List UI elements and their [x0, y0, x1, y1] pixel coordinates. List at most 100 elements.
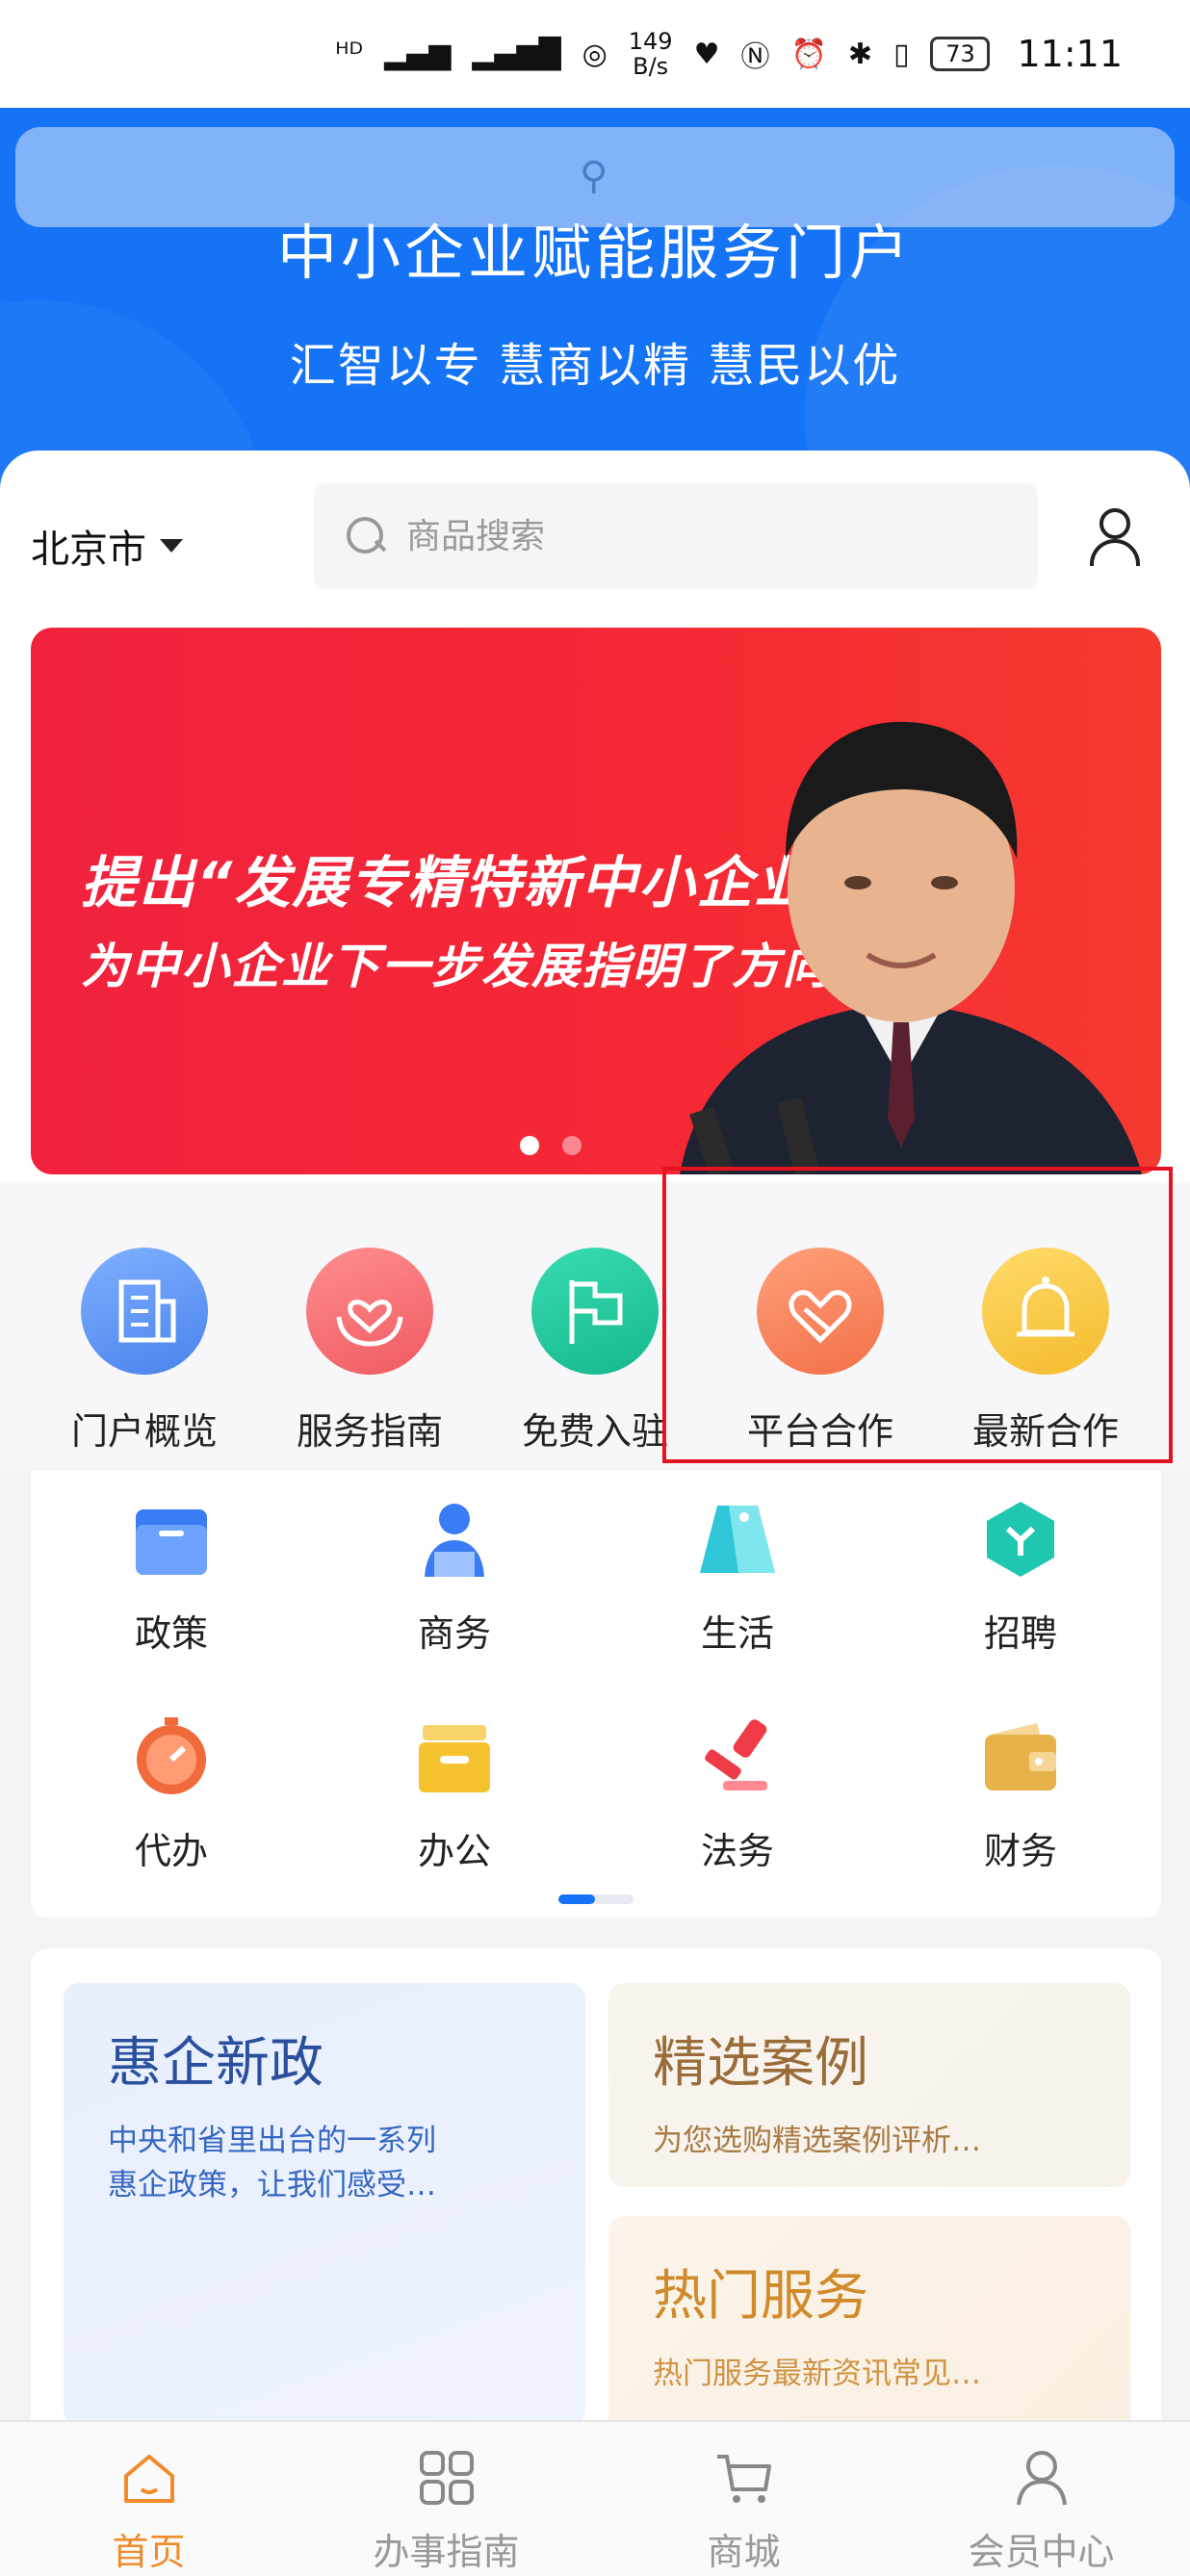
flag-glyph: [569, 1280, 623, 1344]
home-icon: [118, 2447, 180, 2509]
search-icon: ⚲: [580, 154, 608, 198]
banner-dot-active[interactable]: [520, 1136, 539, 1155]
category-policy[interactable]: 政策: [75, 1496, 268, 1657]
member-icon: [1011, 2447, 1073, 2509]
banner-portrait-image: [680, 721, 1142, 1174]
category-agency[interactable]: 代办: [75, 1713, 268, 1874]
tab-label: 办事指南: [373, 2531, 520, 2573]
battery-indicator: 73: [930, 37, 991, 71]
bluetooth-icon: ✱: [847, 37, 872, 71]
feature-card-cases[interactable]: 精选案例 为您选购精选案例评析…: [608, 1983, 1130, 2187]
user-profile-button[interactable]: [1088, 508, 1142, 566]
tab-guide[interactable]: 办事指南: [298, 2422, 595, 2576]
member-glyph: [1016, 2451, 1067, 2506]
portal-header: ⚲ 中小企业赋能服务门户 汇智以专 慧商以精 慧民以优: [0, 108, 1190, 493]
hexagon-glyph: [987, 1502, 1054, 1577]
grid-icon: [416, 2447, 478, 2509]
category-legal[interactable]: 法务: [641, 1713, 834, 1874]
category-label: 办公: [417, 1830, 491, 1872]
tab-label: 首页: [112, 2531, 186, 2573]
heart-hands-icon: [306, 1248, 433, 1375]
tag-icon: [694, 1496, 781, 1583]
network-speed: 149 B/s: [629, 29, 673, 79]
stamp-icon: [694, 1713, 781, 1800]
feature-section: 惠企新政 中央和省里出台的一系列 惠企政策，让我们感受… 精选案例 为您选购精选…: [31, 1948, 1161, 2449]
category-recruit[interactable]: 招聘: [924, 1496, 1117, 1657]
main-panel: 北京市 提出“发展专精特新中小企业”， 为中小企业下一步发展指明了方向: [0, 451, 1190, 1182]
signal-5g-icon: ▂▄▆: [384, 37, 452, 71]
feature-card-hot-services[interactable]: 热门服务 热门服务最新资讯常见…: [608, 2216, 1130, 2437]
archive-icon: [411, 1713, 498, 1800]
city-selector[interactable]: 北京市: [31, 518, 183, 574]
banner-pagination: [520, 1136, 582, 1155]
category-grid: 政策 商务 生活 招聘 代办 办公 法务 财务: [31, 1471, 1161, 1918]
portal-title: 中小企业赋能服务门户: [276, 218, 913, 288]
feature-desc: 惠企政策，让我们感受…: [108, 2168, 436, 2202]
feature-title: 热门服务: [653, 2265, 868, 2328]
feature-desc: 热门服务最新资讯常见…: [653, 2357, 981, 2391]
flag-icon: [531, 1248, 659, 1375]
timer-glyph: [137, 1717, 206, 1794]
alarm-icon: ⏰: [790, 37, 827, 71]
bottom-tab-bar: 首页 办事指南 商城 会员中心: [0, 2420, 1190, 2576]
category-finance[interactable]: 财务: [924, 1713, 1117, 1874]
banner-dot[interactable]: [562, 1136, 582, 1155]
archive-glyph: [419, 1725, 490, 1792]
tab-label: 会员中心: [968, 2531, 1115, 2573]
category-label: 财务: [983, 1830, 1057, 1872]
promo-banner[interactable]: 提出“发展专精特新中小企业”， 为中小企业下一步发展指明了方向: [31, 628, 1161, 1174]
quick-entry-portal-overview[interactable]: 门户概览: [48, 1248, 241, 1455]
app-screen: ᴴᴰ ▂▄▆ ▂▄▆█ ◎ 149 B/s ♥ Ⓝ ⏰ ✱ ▯ 73 11:11…: [0, 0, 1190, 2576]
category-label: 政策: [134, 1612, 208, 1655]
wallet-glyph: [985, 1723, 1056, 1790]
tab-member[interactable]: 会员中心: [892, 2422, 1190, 2576]
wallet-icon: [977, 1713, 1064, 1800]
businessman-glyph: [425, 1504, 484, 1577]
category-life[interactable]: 生活: [641, 1496, 834, 1657]
user-icon: [1099, 508, 1130, 539]
signal-4g-icon: ▂▄▆█: [472, 37, 561, 71]
category-label: 生活: [700, 1612, 774, 1655]
feature-desc: 为您选购精选案例评析…: [653, 2124, 981, 2158]
network-speed-value: 149: [628, 28, 673, 55]
home-glyph: [123, 2455, 174, 2503]
cart-glyph: [716, 2455, 771, 2503]
hd-icon: ᴴᴰ: [335, 37, 364, 71]
tab-home[interactable]: 首页: [0, 2422, 298, 2576]
feature-desc: 中央和省里出台的一系列: [108, 2124, 436, 2158]
grid-page-indicator-active: [558, 1894, 595, 1904]
tab-mall[interactable]: 商城: [595, 2422, 892, 2576]
folder-glyph: [136, 1509, 207, 1575]
category-label: 代办: [134, 1830, 208, 1872]
search-icon: [347, 517, 385, 555]
city-label: 北京市: [31, 528, 146, 572]
heart-rate-icon: ♥: [693, 37, 720, 71]
portal-slogan: 汇智以专 慧商以精 慧民以优: [289, 339, 901, 393]
goods-search-box[interactable]: [314, 483, 1038, 589]
status-bar: ᴴᴰ ▂▄▆ ▂▄▆█ ◎ 149 B/s ♥ Ⓝ ⏰ ✱ ▯ 73 11:11: [0, 0, 1190, 108]
caret-down-icon: [160, 539, 183, 553]
folder-icon: [128, 1496, 215, 1583]
feature-title: 惠企新政: [108, 2032, 323, 2095]
highlight-box: [662, 1167, 1173, 1463]
quick-entry-label: 门户概览: [70, 1410, 218, 1453]
cart-icon: [713, 2447, 775, 2509]
feature-card-policy[interactable]: 惠企新政 中央和省里出台的一系列 惠企政策，让我们感受…: [64, 1983, 585, 2426]
category-business[interactable]: 商务: [358, 1496, 551, 1657]
building-glyph: [118, 1279, 176, 1343]
hexagon-icon: [977, 1496, 1064, 1583]
user-icon-body: [1090, 539, 1140, 566]
wifi-icon: ◎: [582, 37, 608, 71]
goods-search-input[interactable]: [406, 516, 984, 556]
category-label: 法务: [700, 1830, 774, 1872]
clock: 11:11: [1017, 33, 1123, 75]
category-office[interactable]: 办公: [358, 1713, 551, 1874]
grid-page-indicator: [558, 1894, 634, 1904]
category-label: 招聘: [983, 1612, 1057, 1655]
businessman-icon: [411, 1496, 498, 1583]
vibrate-icon: ▯: [892, 37, 910, 71]
quick-entry-service-guide[interactable]: 服务指南: [273, 1248, 466, 1455]
quick-entry-label: 服务指南: [296, 1410, 443, 1453]
timer-icon: [128, 1713, 215, 1800]
heart-hands-glyph: [336, 1300, 403, 1347]
